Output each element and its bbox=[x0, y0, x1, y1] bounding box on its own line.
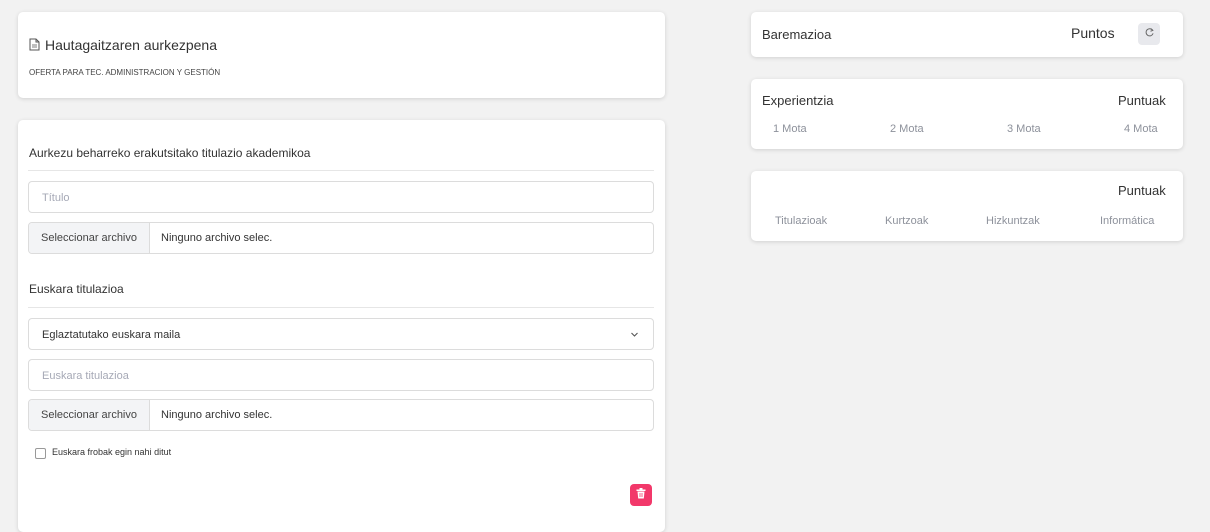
euskara-level-value: Eglaztatutako euskara maila bbox=[42, 329, 181, 341]
euskara-file-input[interactable]: Seleccionar archivo Ninguno archivo sele… bbox=[28, 399, 654, 431]
academic-file-button[interactable]: Seleccionar archivo bbox=[29, 223, 150, 253]
delete-button[interactable] bbox=[630, 484, 652, 506]
experientzia-col-3: 3 Mota bbox=[1007, 123, 1041, 135]
baremazioa-title: Baremazioa bbox=[762, 27, 832, 42]
euskara-title-input[interactable]: Euskara titulazioa bbox=[28, 359, 654, 391]
euskara-file-button[interactable]: Seleccionar archivo bbox=[29, 400, 150, 430]
formakuntza-col-1: Titulazioak bbox=[775, 215, 828, 227]
academic-divider bbox=[28, 170, 654, 171]
experientzia-col-4: 4 Mota bbox=[1124, 123, 1158, 135]
academic-file-input[interactable]: Seleccionar archivo Ninguno archivo sele… bbox=[28, 222, 654, 254]
presentation-title: Hautagaitzaren aurkezpena bbox=[45, 37, 218, 53]
form-card: Aurkezu beharreko erakutsitako titulazio… bbox=[18, 120, 665, 532]
euskara-divider bbox=[28, 307, 654, 308]
trash-icon bbox=[636, 486, 646, 504]
formakuntza-card: Puntuak Titulazioak Kurtzoak Hizkuntzak … bbox=[751, 171, 1183, 241]
presentation-subtitle: OFERTA PARA TEC. ADMINISTRACION Y GESTIÓ… bbox=[29, 68, 221, 77]
formakuntza-points-label: Puntuak bbox=[1118, 183, 1166, 198]
academic-title-placeholder: Título bbox=[42, 192, 70, 204]
euskara-title-placeholder: Euskara titulazioa bbox=[42, 370, 129, 382]
refresh-button[interactable] bbox=[1138, 23, 1160, 45]
euskara-level-select[interactable]: Eglaztatutako euskara maila bbox=[28, 318, 654, 350]
experientzia-col-2: 2 Mota bbox=[890, 123, 924, 135]
baremazioa-card: Baremazioa Puntos bbox=[751, 12, 1183, 57]
academic-title-input[interactable]: Título bbox=[28, 181, 654, 213]
chevron-down-icon bbox=[630, 330, 639, 342]
formakuntza-col-3: Hizkuntzak bbox=[986, 215, 1040, 227]
formakuntza-col-2: Kurtzoak bbox=[885, 215, 929, 227]
experientzia-points-label: Puntuak bbox=[1118, 93, 1166, 108]
refresh-icon bbox=[1144, 25, 1155, 43]
document-icon bbox=[29, 38, 40, 56]
baremazioa-points-label: Puntos bbox=[1071, 25, 1115, 41]
euskara-checkbox[interactable] bbox=[35, 448, 46, 459]
euskara-file-name: Ninguno archivo selec. bbox=[161, 409, 273, 421]
experientzia-col-1: 1 Mota bbox=[773, 123, 807, 135]
euskara-checkbox-label: Euskara frobak egin nahi ditut bbox=[52, 447, 172, 457]
euskara-heading: Euskara titulazioa bbox=[29, 282, 124, 296]
academic-heading: Aurkezu beharreko erakutsitako titulazio… bbox=[29, 146, 311, 160]
academic-file-name: Ninguno archivo selec. bbox=[161, 232, 273, 244]
experientzia-card: Experientzia Puntuak 1 Mota 2 Mota 3 Mot… bbox=[751, 79, 1183, 149]
formakuntza-col-4: Informática bbox=[1100, 215, 1155, 227]
experientzia-title: Experientzia bbox=[762, 93, 834, 108]
presentation-card: Hautagaitzaren aurkezpena OFERTA PARA TE… bbox=[18, 12, 665, 98]
